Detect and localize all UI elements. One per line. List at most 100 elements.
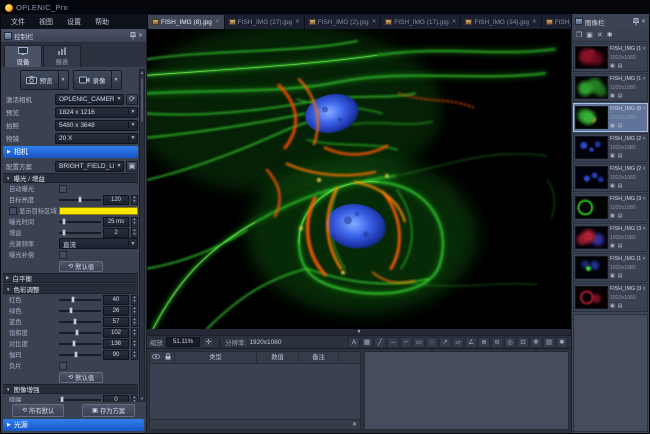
record-button[interactable]: 录像 ▼ [73,70,122,90]
denoise-slider[interactable] [59,396,101,403]
preview-resolution-select[interactable]: 1824 x 1216 ▼ [55,107,138,118]
line-tool-icon[interactable]: ╱ [374,337,386,348]
exposure-time-slider[interactable] [59,218,101,226]
column-value[interactable]: 数值 [256,352,298,363]
gain-stepper[interactable]: ▲▼ [131,228,138,238]
camera-section-header[interactable]: ▶ 相机 [3,146,138,158]
thumbnail-item-5[interactable]: FISH_IMG (2✕ 1920x1080 ▣▤ [573,163,648,192]
save-icon[interactable]: ▣ [610,124,615,129]
zoom-out-icon[interactable]: ⊖ [491,337,503,348]
export-icon[interactable]: ▤ [618,274,623,279]
thumbnail-item-2[interactable]: FISH_IMG (1✕ 1920x1080 ▣▤ [573,73,648,102]
white-balance-group-header[interactable]: ▶ 白平衡 [3,273,138,283]
close-tab-icon[interactable]: ✕ [452,19,457,25]
close-image-icon[interactable]: ✕ [642,166,646,172]
thumbnail-item-4[interactable]: FISH_IMG (2✕ 1920x1080 ▣▤ [573,133,648,162]
scroll-up-icon[interactable]: ▲ [140,70,144,75]
negative-checkbox[interactable] [59,362,67,370]
preview-button[interactable]: 预览 ▼ [20,70,69,90]
open-image-icon[interactable]: ❐ [576,31,582,39]
sidebar-scrollbar[interactable]: ▲ ▼ [139,69,145,402]
brightness-slider[interactable] [59,196,101,204]
snap-resolution-select[interactable]: 5480 x 3648 ▼ [55,120,138,131]
thumbnail-item-8[interactable]: FISH_IMG (1✕ 1920x1080 ▣▤ [573,253,648,282]
denoise-value[interactable]: 0 [103,395,129,403]
fit-to-window-icon[interactable]: ✛ [203,337,214,348]
denoise-stepper[interactable]: ▲▼ [131,395,138,403]
saturation-stepper[interactable]: ▲▼ [131,328,138,338]
column-note[interactable]: 备注 [298,352,338,363]
exposure-comp-checkbox[interactable] [59,251,67,259]
gamma-slider[interactable] [59,351,101,359]
export-icon[interactable]: ▤ [618,184,623,189]
refresh-camera-icon[interactable]: ⟳ [126,94,138,105]
red-stepper[interactable]: ▲▼ [131,295,138,305]
all-default-button[interactable]: ⟲ 所有默认 [12,404,64,417]
text-tool-icon[interactable]: A [348,337,360,348]
visibility-eye-icon[interactable] [150,354,162,361]
thumbnail-item-6[interactable]: FISH_IMG (3✕ 1920x1080 ▣▤ [573,193,648,222]
save-profile-icon[interactable]: ▣ [126,161,138,172]
gamma-stepper[interactable]: ▲▼ [131,350,138,360]
close-panel-icon[interactable]: ✕ [641,18,646,25]
close-image-icon[interactable]: ✕ [642,226,646,232]
light-frequency-select[interactable]: 直流 ▼ [59,238,138,249]
preview-dropdown-icon[interactable]: ▼ [58,71,68,89]
close-image-icon[interactable]: ✕ [642,106,646,112]
zoom-value[interactable]: 51.11% [166,337,200,347]
menu-settings[interactable]: 设置 [61,16,87,28]
column-type[interactable]: 类型 [174,352,256,363]
save-icon[interactable]: ▣ [610,64,615,69]
exposure-default-button[interactable]: ⟲ 默认值 [59,261,103,272]
close-image-icon[interactable]: ✕ [642,286,646,292]
rect-tool-icon[interactable]: ▭ [413,337,425,348]
pin-icon[interactable] [633,18,639,26]
blue-slider[interactable] [59,318,101,326]
green-stepper[interactable]: ▲▼ [131,306,138,316]
contrast-value[interactable]: 138 [103,339,129,349]
ellipse-tool-icon[interactable]: ○ [426,337,438,348]
scrollbar-thumb[interactable] [140,77,144,123]
save-icon[interactable]: ▣ [610,184,615,189]
exposure-time-stepper[interactable]: ▲▼ [131,217,138,227]
exposure-group-header[interactable]: ▼ 曝光 / 增益 [3,173,138,183]
enhance-group-header[interactable]: ▼ 图像增强 [3,384,138,394]
arrow-tool-icon[interactable]: ↗ [439,337,451,348]
close-tab-icon[interactable]: ✕ [295,19,300,25]
doc-tab-5[interactable]: FISH_IMG (34).jpg ✕ [461,15,541,29]
export-icon[interactable]: ▤ [618,94,623,99]
light-section-header[interactable]: ▶ 光源 [3,419,144,431]
pin-icon[interactable] [130,32,136,40]
close-tab-icon[interactable]: ✕ [372,19,377,25]
doc-tab-4[interactable]: FISH_IMG (17).jpg ✕ [381,15,461,29]
export-icon[interactable]: ▤ [618,124,623,129]
fluorescence-microscopy-image[interactable] [147,29,571,329]
green-value[interactable]: 26 [103,306,129,316]
polygon-tool-icon[interactable]: ▱ [452,337,464,348]
brightness-value[interactable]: 120 [103,195,129,205]
target-area-color-swatch[interactable] [59,207,138,215]
tab-report[interactable]: 报表 [43,45,81,67]
save-icon[interactable]: ▣ [610,244,615,249]
menu-help[interactable]: 帮助 [89,16,115,28]
grid-icon[interactable]: ▤ [543,337,555,348]
save-image-icon[interactable]: ▣ [586,31,593,39]
tab-device[interactable]: 设备 [4,45,42,67]
doc-tab-3[interactable]: FISH_IMG (2).jpg ✕ [305,15,382,29]
close-tab-icon[interactable]: ✕ [215,19,220,25]
close-image-icon[interactable]: ✕ [642,46,646,52]
save-icon[interactable]: ▣ [610,304,615,309]
saturation-value[interactable]: 102 [103,328,129,338]
settings-icon[interactable]: ✱ [556,337,568,348]
hline-tool-icon[interactable]: ─ [387,337,399,348]
thumbnail-item-3-selected[interactable]: FISH_IMG (8✕ 1920x1080 ▣▤ [573,103,648,132]
export-icon[interactable]: ▤ [618,154,623,159]
thumbnail-item-1[interactable]: FISH_IMG (1✕ 1920x1080 ▣▤ [573,43,648,72]
gain-value[interactable]: 2 [103,228,129,238]
camera-select[interactable]: OPLENIC_CAMERA ▼ [55,94,124,105]
angle-tool-icon[interactable]: ∠ [465,337,477,348]
export-icon[interactable]: ▤ [618,244,623,249]
close-panel-icon[interactable]: ✕ [138,32,143,39]
zoom-original-icon[interactable]: ◎ [504,337,516,348]
export-icon[interactable]: ▤ [618,214,623,219]
